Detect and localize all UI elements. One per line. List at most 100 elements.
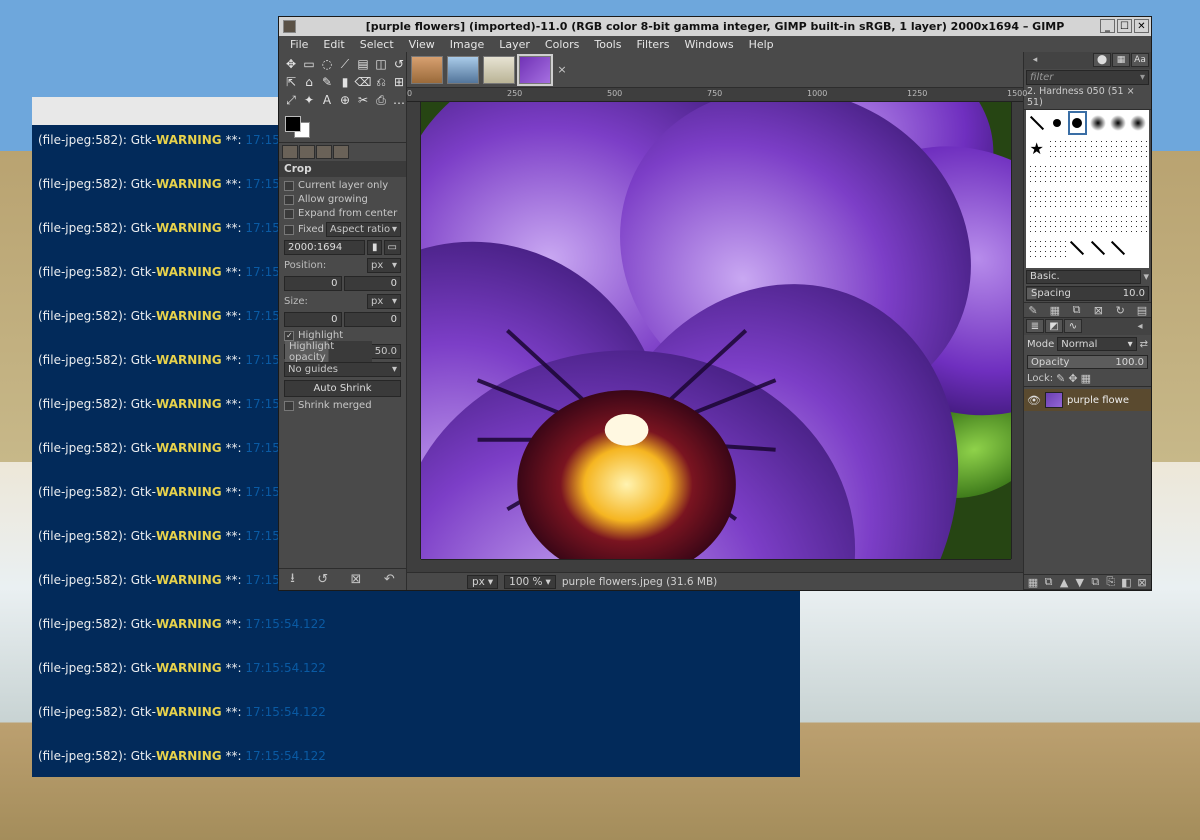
brush-swatch[interactable] [1129, 211, 1148, 235]
auto-shrink-button[interactable]: Auto Shrink [284, 380, 401, 397]
doc-thumb-active[interactable] [519, 56, 551, 84]
brush-swatch[interactable] [1047, 161, 1066, 185]
brush-swatch[interactable] [1129, 236, 1148, 260]
brush-swatch[interactable] [1047, 136, 1066, 160]
position-x-input[interactable]: 0 [284, 276, 342, 291]
dock-menu-icon[interactable]: ◂ [1131, 319, 1149, 333]
tool-button[interactable]: ✥ [283, 56, 299, 72]
size-unit-select[interactable]: px▾ [367, 294, 401, 309]
tool-button[interactable]: … [391, 92, 407, 108]
brush-swatch[interactable] [1047, 111, 1066, 135]
tab-fonts-icon[interactable]: Aa [1131, 53, 1149, 67]
brush-swatch[interactable] [1129, 136, 1148, 160]
tool-button[interactable]: ⌫ [355, 74, 371, 90]
raise-layer-icon[interactable]: ▲ [1057, 576, 1071, 589]
tab-thumb[interactable] [282, 145, 298, 159]
opacity-slider[interactable]: Opacity100.0 [1027, 355, 1148, 369]
brush-swatch[interactable] [1108, 136, 1127, 160]
open-brush-icon[interactable]: ▤ [1135, 304, 1149, 317]
opt-expand-from-center[interactable]: Expand from center [284, 208, 401, 219]
brush-swatch[interactable] [1088, 186, 1107, 210]
guides-select[interactable]: No guides▾ [284, 362, 401, 377]
layer-name[interactable]: purple flowe [1067, 395, 1129, 406]
tab-paths-icon[interactable]: ∿ [1064, 319, 1082, 333]
visibility-icon[interactable]: 👁 [1027, 394, 1041, 407]
brush-swatch[interactable] [1088, 161, 1107, 185]
lock-pixel-icon[interactable]: ✎ [1056, 372, 1065, 385]
layer-row[interactable]: 👁 purple flowe [1024, 389, 1151, 411]
minimize-button[interactable]: _ [1100, 19, 1115, 33]
tool-button[interactable]: ⊕ [337, 92, 353, 108]
opt-fixed[interactable]: Fixed [284, 224, 324, 235]
ruler-vertical[interactable] [407, 102, 421, 559]
brush-swatch[interactable] [1108, 211, 1127, 235]
brush-swatch[interactable] [1088, 136, 1107, 160]
brush-swatch[interactable] [1129, 161, 1148, 185]
tab-channels-icon[interactable]: ◩ [1045, 319, 1063, 333]
brush-filter-input[interactable]: filter▾ [1026, 70, 1149, 85]
tool-button[interactable]: ⎙ [373, 92, 389, 108]
brush-swatch[interactable] [1088, 211, 1107, 235]
menu-file[interactable]: File [283, 37, 315, 52]
brush-swatch[interactable] [1088, 111, 1107, 135]
menu-filters[interactable]: Filters [629, 37, 676, 52]
new-layer-icon[interactable]: ▦ [1026, 576, 1040, 589]
fg-bg-swatch[interactable] [285, 116, 313, 138]
aspect-portrait-button[interactable]: ▮ [367, 240, 382, 255]
brush-swatch[interactable] [1027, 186, 1046, 210]
brush-swatch[interactable] [1088, 236, 1107, 260]
duplicate-layer-icon[interactable]: ⧉ [1088, 575, 1102, 589]
menu-help[interactable]: Help [742, 37, 781, 52]
brush-preset-select[interactable]: Basic. [1026, 270, 1141, 284]
brush-swatch[interactable] [1129, 111, 1148, 135]
brush-swatch[interactable] [1027, 211, 1046, 235]
tool-button[interactable]: ⤢ [283, 92, 299, 108]
delete-options-icon[interactable]: ⊠ [351, 572, 362, 587]
reset-options-icon[interactable]: ↶ [384, 572, 395, 587]
unit-select[interactable]: px ▾ [467, 575, 498, 589]
tool-button[interactable]: ✂ [355, 92, 371, 108]
close-button[interactable]: ✕ [1134, 19, 1149, 33]
aspect-value[interactable]: 2000:1694 [284, 240, 365, 255]
new-group-icon[interactable]: ⧉ [1042, 575, 1056, 589]
tool-button[interactable]: ◫ [373, 56, 389, 72]
layer-list[interactable]: 👁 purple flowe [1024, 386, 1151, 574]
brush-swatch[interactable] [1068, 211, 1087, 235]
image-canvas[interactable] [421, 102, 1011, 559]
new-brush-icon[interactable]: ▦ [1048, 304, 1062, 317]
tool-button[interactable]: ◌ [319, 56, 335, 72]
brush-swatch[interactable] [1068, 236, 1087, 260]
brush-swatch[interactable] [1068, 161, 1087, 185]
tool-button[interactable]: ✦ [301, 92, 317, 108]
tool-button[interactable]: ⎌ [373, 74, 389, 90]
delete-brush-icon[interactable]: ⊠ [1091, 304, 1105, 317]
brush-grid[interactable]: ★ [1026, 110, 1149, 268]
position-y-input[interactable]: 0 [344, 276, 402, 291]
opt-allow-growing[interactable]: Allow growing [284, 194, 401, 205]
gimp-titlebar[interactable]: [purple flowers] (imported)-11.0 (RGB co… [279, 17, 1151, 36]
menu-colors[interactable]: Colors [538, 37, 586, 52]
lower-layer-icon[interactable]: ▼ [1073, 576, 1087, 589]
mode-swap-icon[interactable]: ⇄ [1140, 339, 1148, 350]
brush-spacing-slider[interactable]: Spacing 10.0 [1026, 286, 1149, 301]
fg-color-swatch[interactable] [285, 116, 301, 132]
brush-swatch[interactable] [1027, 111, 1046, 135]
merge-layer-icon[interactable]: ⎘ [1104, 575, 1118, 589]
tab-patterns-icon[interactable]: ▦ [1112, 53, 1130, 67]
refresh-brush-icon[interactable]: ↻ [1113, 304, 1127, 317]
tab-layers-icon[interactable]: ≣ [1026, 319, 1044, 333]
brush-swatch[interactable] [1047, 211, 1066, 235]
brush-swatch[interactable] [1068, 136, 1087, 160]
doc-thumb[interactable] [447, 56, 479, 84]
highlight-opacity-value[interactable]: 50.0 [372, 346, 400, 357]
scrollbar-horizontal[interactable] [421, 559, 1011, 572]
doc-thumb[interactable] [411, 56, 443, 84]
menu-edit[interactable]: Edit [316, 37, 351, 52]
tool-button[interactable]: ⇱ [283, 74, 299, 90]
position-unit-select[interactable]: px▾ [367, 258, 401, 273]
brush-swatch[interactable] [1108, 236, 1127, 260]
lock-alpha-icon[interactable]: ▦ [1081, 372, 1091, 385]
tab-thumb[interactable] [316, 145, 332, 159]
maximize-button[interactable]: ☐ [1117, 19, 1132, 33]
doc-thumb[interactable] [483, 56, 515, 84]
